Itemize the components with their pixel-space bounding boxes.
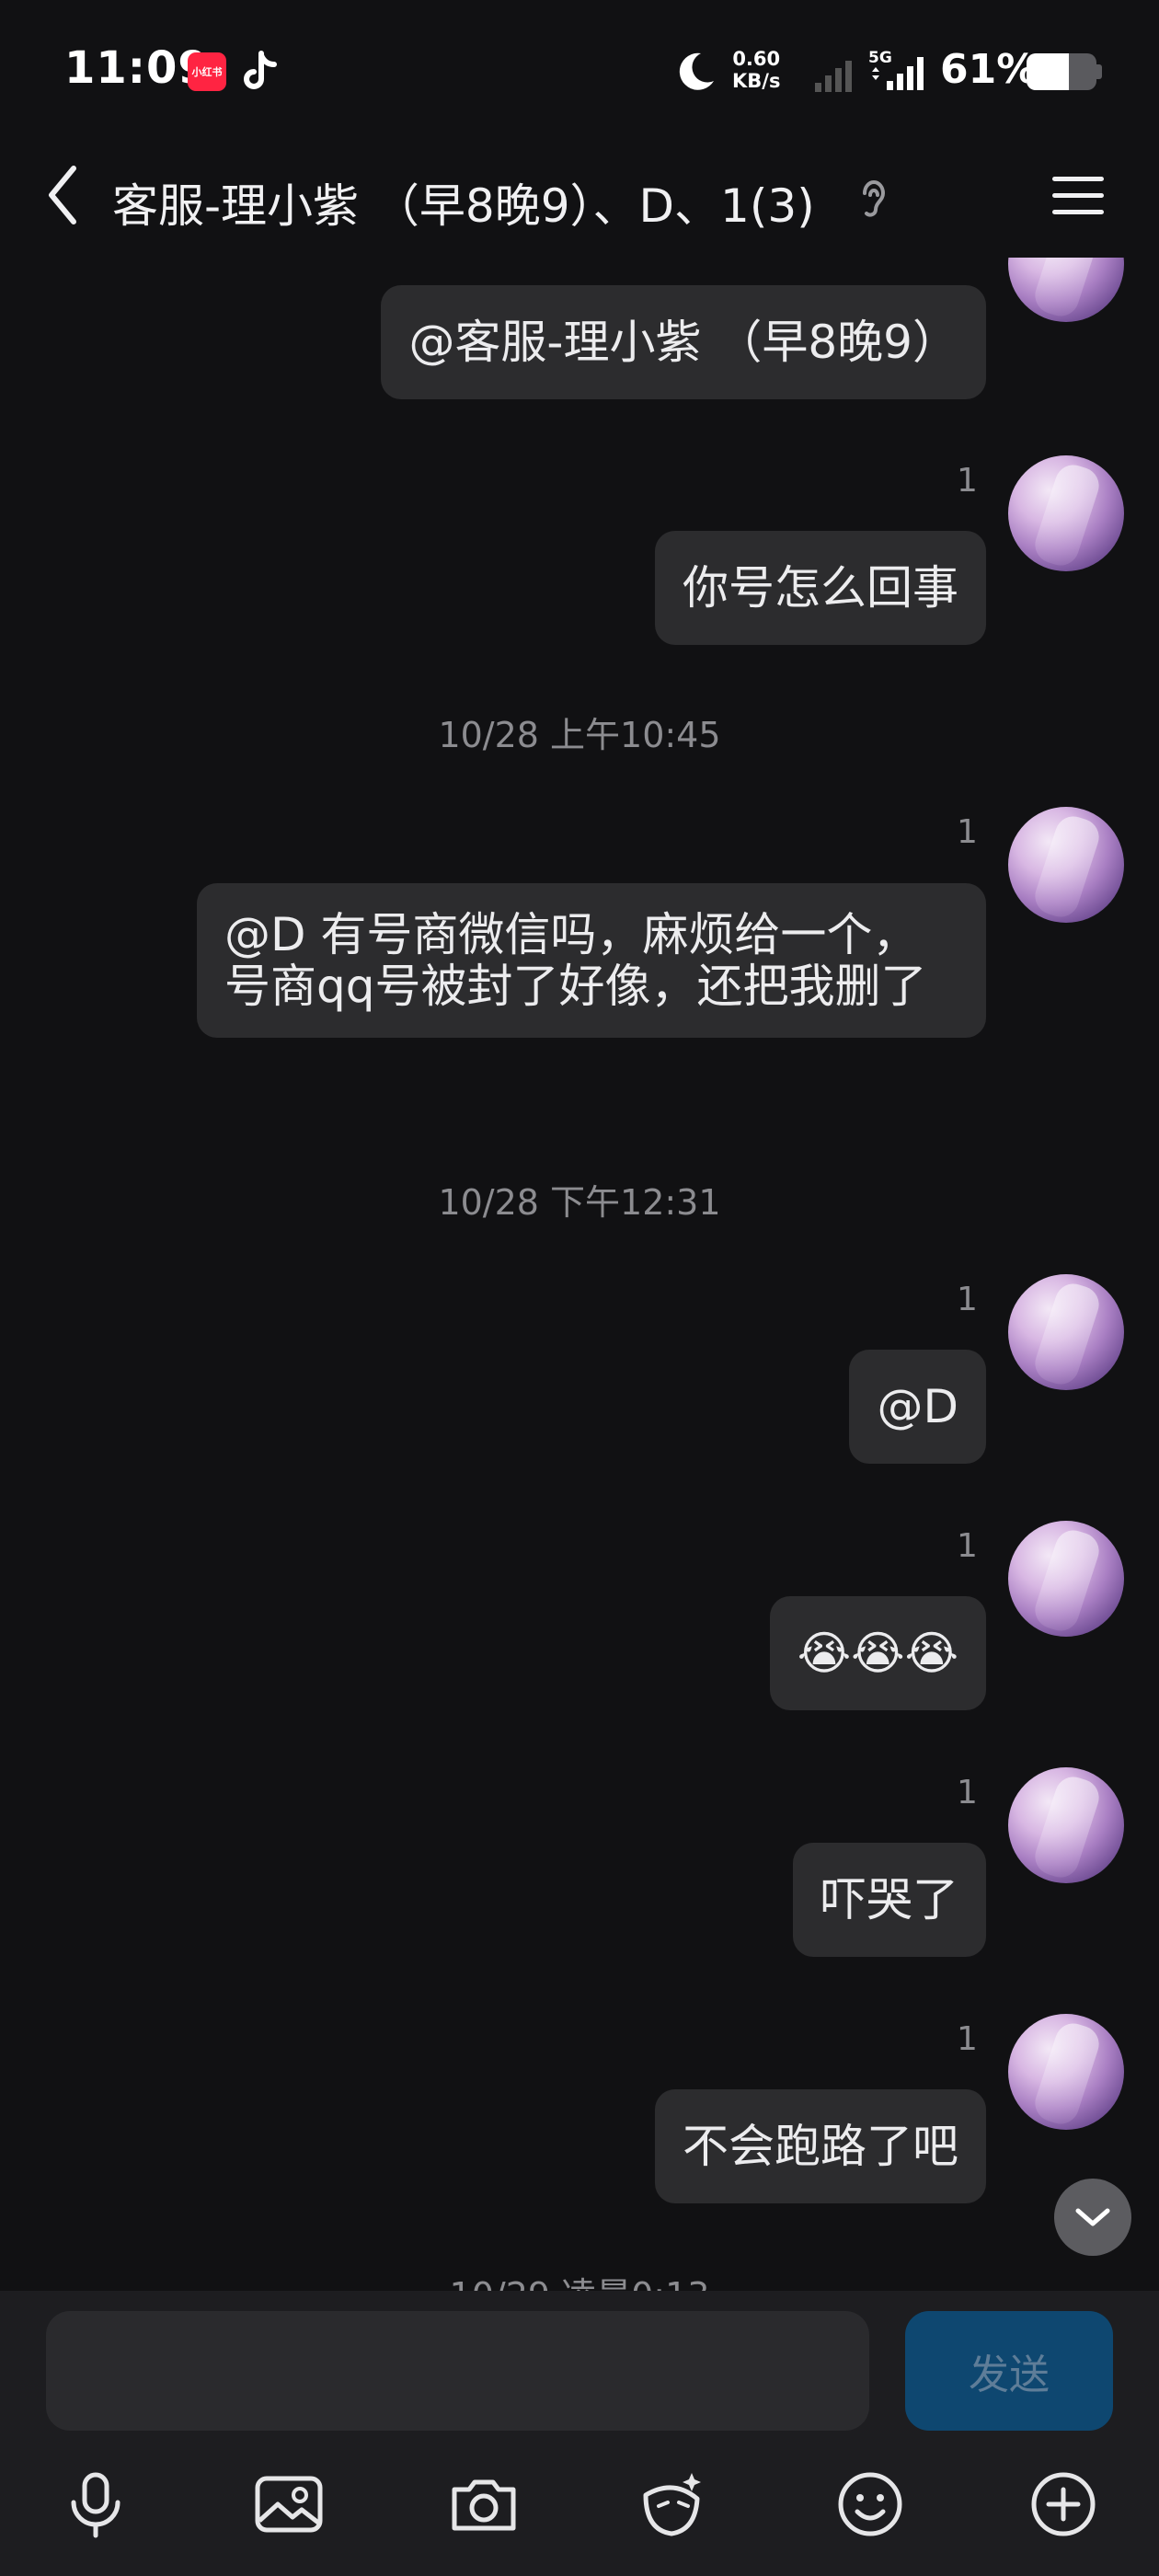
moon-icon	[679, 52, 714, 90]
sender-avatar[interactable]	[1008, 2014, 1124, 2130]
image-icon	[255, 2476, 323, 2533]
message-bubble[interactable]: @D	[849, 1350, 986, 1464]
sender-avatar[interactable]	[1008, 258, 1124, 322]
chat-screen: 11:09 小红书 0.60 KB/s 5G 61% 客服-理小紫 （早8晚9）…	[0, 0, 1159, 2576]
more-button[interactable]	[1025, 2466, 1102, 2543]
scroll-to-bottom-button[interactable]	[1054, 2179, 1131, 2256]
message-bubble[interactable]: @客服-理小紫 （早8晚9）	[381, 285, 986, 399]
menu-button[interactable]	[1049, 166, 1107, 224]
read-count: 1	[957, 1281, 978, 1318]
chevron-down-icon	[1075, 2208, 1110, 2226]
message-timestamp: 10/29 凌晨0:13	[0, 2267, 1159, 2291]
camera-icon	[452, 2479, 516, 2531]
read-count: 1	[957, 462, 978, 500]
message-bubble[interactable]: @D 有号商微信吗，麻烦给一个，号商qq号被封了好像，还把我删了	[197, 883, 986, 1038]
read-count: 1	[957, 2020, 978, 2058]
message-list[interactable]: @客服-理小紫 （早8晚9） 1 你号怎么回事 10/28 上午10:45 1 …	[0, 258, 1159, 2291]
network-speed-unit: KB/s	[732, 70, 781, 92]
sender-avatar[interactable]	[1008, 1767, 1124, 1883]
ear-icon[interactable]	[855, 177, 892, 223]
message-timestamp: 10/28 下午12:31	[438, 1182, 721, 1223]
input-bar: 发送	[0, 2291, 1159, 2576]
microphone-icon	[71, 2472, 120, 2538]
svg-text:5G: 5G	[868, 49, 892, 67]
chat-header: 客服-理小紫 （早8晚9）、D、1(3)	[0, 138, 1159, 258]
message-bubble[interactable]: 吓哭了	[793, 1843, 986, 1957]
read-count: 1	[957, 1527, 978, 1565]
plus-icon	[1031, 2472, 1096, 2536]
message-bubble[interactable]: 不会跑路了吧	[655, 2089, 986, 2203]
chat-title[interactable]: 客服-理小紫 （早8晚9）、D、1(3)	[112, 169, 815, 236]
sender-avatar[interactable]	[1008, 1274, 1124, 1390]
message-timestamp: 10/28 上午10:45	[438, 715, 721, 755]
back-button[interactable]	[35, 158, 90, 232]
message-bubble[interactable]: 😭😭😭	[769, 1596, 986, 1710]
tiktok-icon	[244, 51, 277, 89]
xiaohongshu-icon: 小红书	[188, 52, 226, 91]
message-bubble[interactable]: 你号怎么回事	[655, 531, 986, 645]
chevron-left-icon	[49, 166, 76, 224]
status-bar: 11:09 小红书 0.60 KB/s 5G 61%	[0, 0, 1159, 138]
battery-percent: 61%	[940, 46, 1038, 93]
sender-avatar[interactable]	[1008, 807, 1124, 923]
network-speed-value: 0.60	[732, 48, 781, 70]
read-count: 1	[957, 813, 978, 851]
sender-avatar[interactable]	[1008, 455, 1124, 571]
battery-tip	[1096, 64, 1102, 79]
battery-icon	[1027, 53, 1096, 90]
message-input[interactable]	[46, 2311, 869, 2431]
sticker-button[interactable]	[635, 2466, 712, 2543]
voice-button[interactable]	[57, 2466, 134, 2543]
image-button[interactable]	[250, 2466, 327, 2543]
sticker-icon	[643, 2473, 701, 2536]
signal-5g-icon: 5G	[868, 49, 924, 90]
sender-avatar[interactable]	[1008, 1521, 1124, 1637]
send-button[interactable]: 发送	[905, 2311, 1113, 2431]
read-count: 1	[957, 1774, 978, 1811]
emoji-icon	[838, 2472, 902, 2536]
network-speed: 0.60 KB/s	[732, 48, 780, 92]
battery-fill	[1027, 53, 1070, 90]
signal-sim1-icon	[815, 61, 852, 92]
emoji-button[interactable]	[832, 2466, 909, 2543]
camera-button[interactable]	[445, 2466, 522, 2543]
